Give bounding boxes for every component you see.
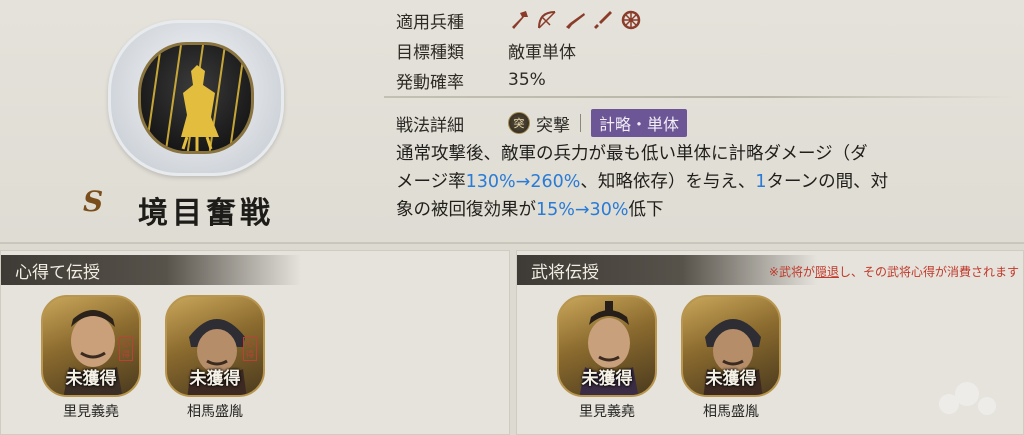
desc-line-2: メージ率130%→260%、知略依存）を与え、1ターンの間、対 [396,172,889,192]
general-name: 里見義堯 [63,404,119,420]
bow-icon [536,9,558,31]
attack-type: 突撃 [536,115,570,136]
skill-emblem [108,20,284,176]
general-card[interactable]: 心得 未獲得 [165,295,265,397]
heart-stamp: 心得 [119,337,133,361]
sword-icon [592,9,614,31]
separator [580,114,581,132]
target-value: 敵軍単体 [508,42,576,63]
general-inherit-panel: 武将伝授 ※武将が隠退し、その武将心得が消費されます 未獲得 里見義堯 未獲得 … [516,250,1024,435]
card-status: 未獲得 [189,369,241,389]
troop-label: 適用兵種 [396,12,464,33]
general-name: 里見義堯 [579,404,635,420]
gun-icon [564,9,586,31]
heal-reduction: 15%→30% [536,200,629,220]
flower-decoration-icon [939,382,996,415]
golden-warrior-emblem-icon [138,42,254,154]
skill-description: 通常攻撃後、敵軍の兵力が最も低い単体に計略ダメージ（ダ メージ率130%→260… [396,140,1008,224]
general-card[interactable]: 心得 未獲得 [41,295,141,397]
attack-type-icon: 突 [508,112,530,134]
general-card[interactable]: 未獲得 [557,295,657,397]
rate-row: 発動確率 35% [396,66,546,94]
rate-value: 35% [508,70,546,90]
damage-rate: 130%→260% [465,172,581,192]
skill-name: 境目奮戦 [138,196,274,231]
troop-icons [508,9,642,31]
detail-label: 戦法詳細 [396,115,464,136]
troop-row: 適用兵種 [396,6,642,34]
desc-line-3: 象の被回復効果が15%→30%低下 [396,200,664,220]
skill-rank: S [83,185,104,218]
rate-label: 発動確率 [396,72,464,93]
card-status: 未獲得 [581,369,633,389]
general-name: 相馬盛胤 [187,404,243,420]
general-name: 相馬盛胤 [703,404,759,420]
divider [384,96,1014,98]
panel-title: 心得て伝授 [1,255,301,285]
desc-line-1: 通常攻撃後、敵軍の兵力が最も低い単体に計略ダメージ（ダ [396,144,868,164]
heart-inherit-panel: 心得て伝授 心得 未獲得 里見義堯 心得 未獲得 相馬盛胤 [0,250,510,435]
turn-count: 1 [755,172,767,192]
skill-tag: 計略・単体 [591,109,688,137]
wheel-icon [620,9,642,31]
target-row: 目標種類 敵軍単体 [396,36,576,64]
skill-detail-panel: S 境目奮戦 適用兵種 目標種類 敵軍単体 発動確率 35% 戦法詳細 突 突撃… [0,0,1024,244]
card-status: 未獲得 [705,369,757,389]
spear-icon [508,9,530,31]
retire-notice: ※武将が隠退し、その武将心得が消費されます [768,265,1019,279]
heart-stamp: 心得 [243,337,257,361]
card-status: 未獲得 [65,369,117,389]
general-card[interactable]: 未獲得 [681,295,781,397]
target-label: 目標種類 [396,42,464,63]
detail-row: 戦法詳細 突 突撃 計略・単体 [396,109,688,137]
